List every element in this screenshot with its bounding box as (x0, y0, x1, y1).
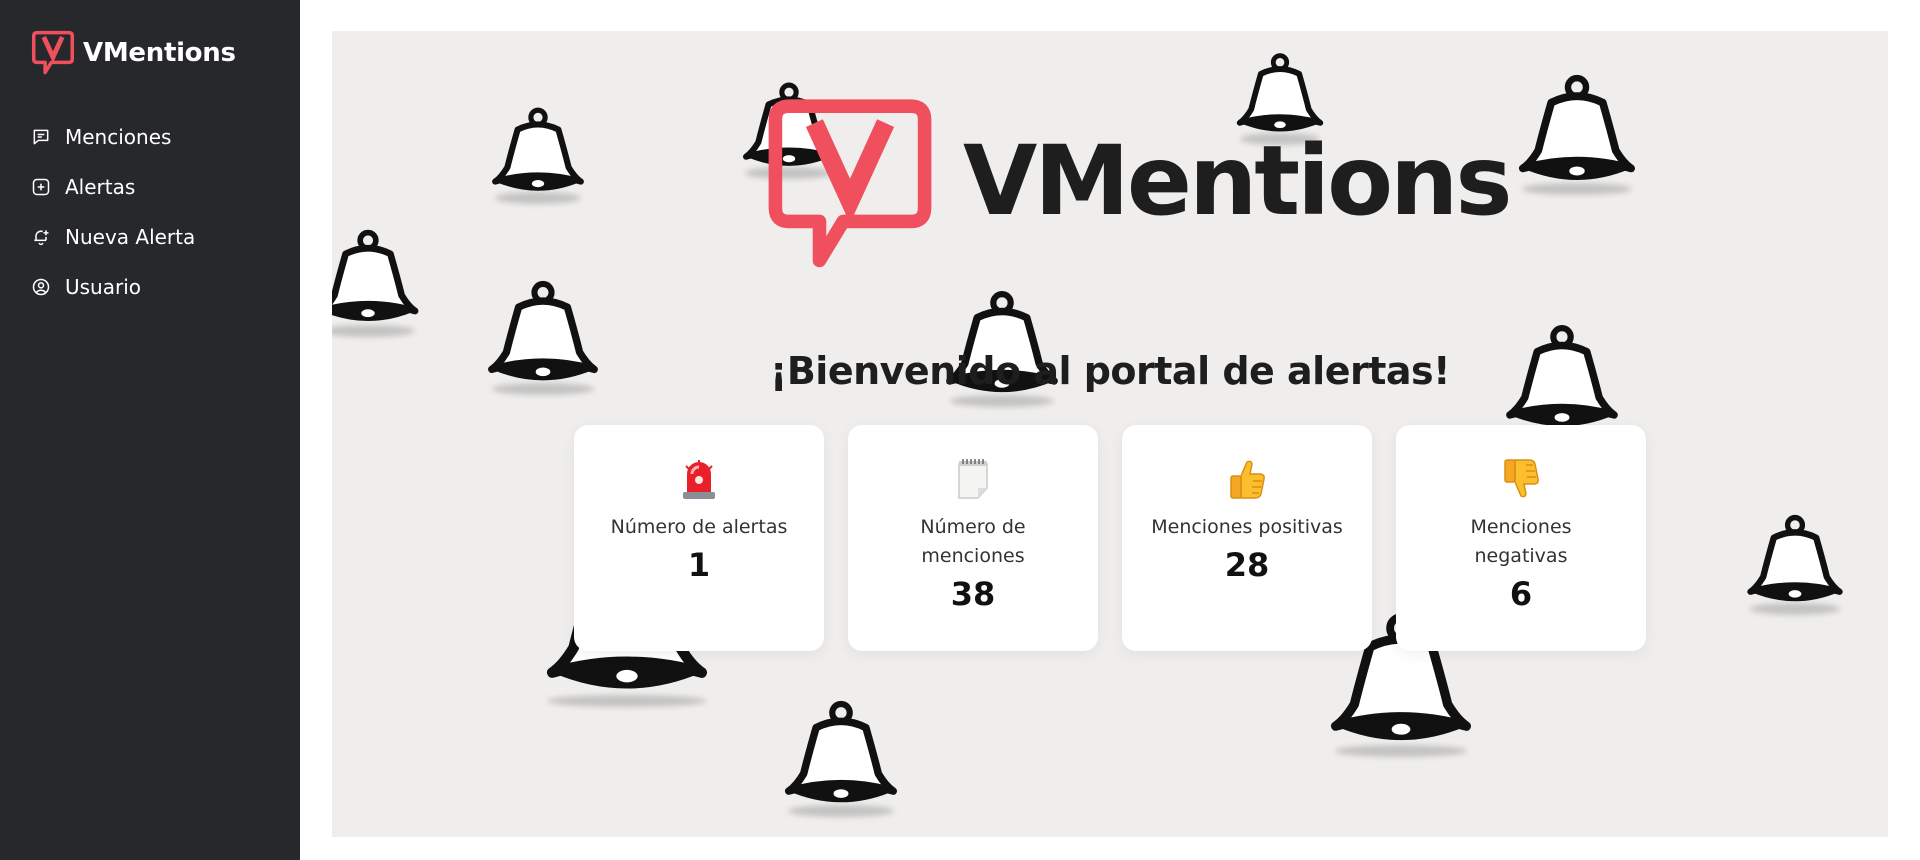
stat-value: 28 (1224, 546, 1270, 584)
stat-value: 6 (1509, 575, 1533, 613)
sidebar-item-nueva-alerta[interactable]: Nueva Alerta (30, 212, 280, 262)
vmentions-logo-icon (30, 30, 76, 76)
brand-name: VMentions (83, 38, 236, 68)
plus-square-icon (30, 176, 52, 198)
stat-label: Número de menciones (920, 516, 1026, 567)
bell-decoration-icon (487, 106, 589, 204)
sidebar-item-label: Usuario (65, 275, 142, 299)
sidebar-item-label: Menciones (65, 125, 172, 149)
stat-card-alertas: Número de alertas 1 (574, 425, 824, 651)
sidebar-item-label: Alertas (65, 175, 136, 199)
stats-cards: Número de alertas 1 Número de menciones … (574, 425, 1646, 651)
bell-decoration-icon (778, 699, 904, 817)
vmentions-logo-icon (765, 96, 935, 274)
stat-label: Número de alertas (610, 516, 788, 538)
message-square-icon (30, 126, 52, 148)
sidebar-item-usuario[interactable]: Usuario (30, 262, 280, 312)
user-circle-icon (30, 276, 52, 298)
bell-decoration-icon (1512, 73, 1642, 195)
sidebar-item-menciones[interactable]: Menciones (30, 112, 280, 162)
bell-decoration-icon (332, 226, 424, 337)
stat-value: 1 (687, 546, 711, 584)
notepad-icon (954, 457, 992, 501)
thumbs-down-icon (1501, 457, 1541, 501)
stat-label: Menciones positivas (1151, 516, 1343, 538)
stat-label: Menciones negativas (1470, 516, 1572, 567)
sidebar-nav: Menciones Alertas Nueva Alerta Usuario (30, 112, 280, 312)
welcome-heading: ¡Bienvenido al portal de alertas! (770, 349, 1450, 393)
brand[interactable]: VMentions (30, 30, 236, 76)
siren-icon (680, 457, 718, 501)
bell-plus-icon (30, 226, 52, 248)
hero-logo: VMentions (765, 96, 1513, 274)
thumbs-up-icon (1227, 457, 1267, 501)
hero-brand-name: VMentions (963, 125, 1513, 237)
sidebar-item-alertas[interactable]: Alertas (30, 162, 280, 212)
sidebar-item-label: Nueva Alerta (65, 225, 196, 249)
welcome-banner: VMentions ¡Bienvenido al portal de alert… (332, 31, 1888, 837)
stat-card-menciones: Número de menciones 38 (848, 425, 1098, 651)
stat-card-negativas: Menciones negativas 6 (1396, 425, 1646, 651)
sidebar: VMentions Menciones Alertas Nueva Alerta… (0, 0, 300, 860)
bell-decoration-icon (1742, 513, 1848, 615)
stat-value: 38 (950, 575, 996, 613)
stat-card-positivas: Menciones positivas 28 (1122, 425, 1372, 651)
